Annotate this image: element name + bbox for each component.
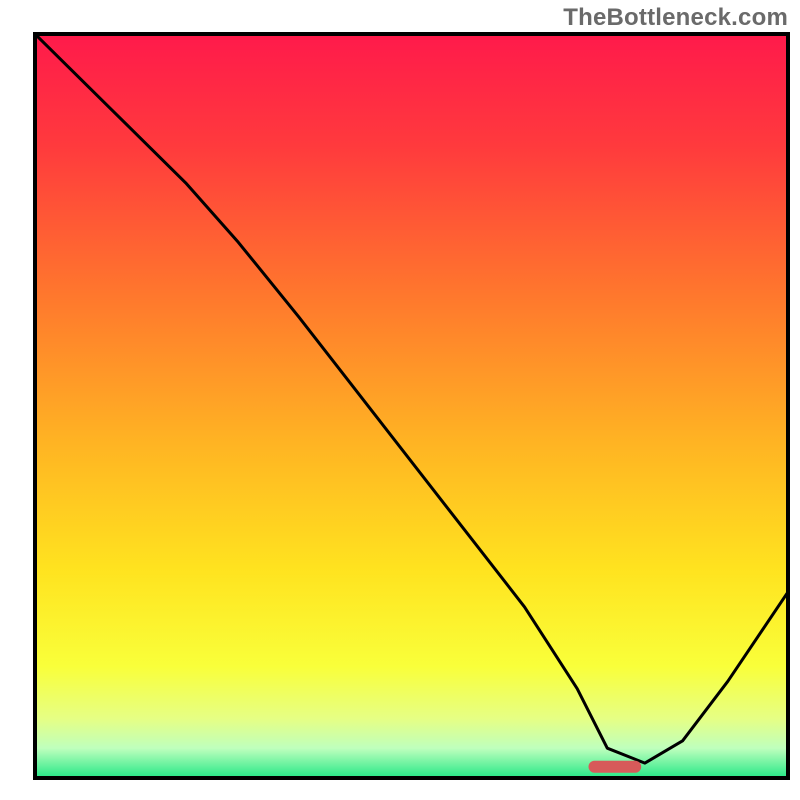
- bottleneck-chart: [0, 0, 800, 800]
- valley-marker: [589, 761, 642, 773]
- chart-container: TheBottleneck.com: [0, 0, 800, 800]
